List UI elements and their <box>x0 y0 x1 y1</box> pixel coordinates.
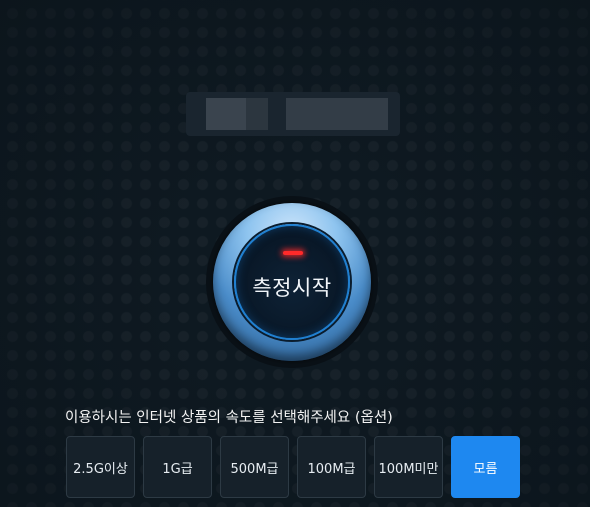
start-measurement-button[interactable]: 측정시작 <box>206 196 378 368</box>
speed-option-500m[interactable]: 500M급 <box>220 436 289 498</box>
speed-option-unknown[interactable]: 모름 <box>451 436 520 498</box>
speed-option-100m[interactable]: 100M급 <box>297 436 366 498</box>
speed-option-under-100m[interactable]: 100M미만 <box>374 436 443 498</box>
redacted-info-panel <box>186 92 400 136</box>
gauge-ring: 측정시작 <box>213 203 371 361</box>
status-indicator-icon <box>283 251 303 255</box>
speed-selection-title: 이용하시는 인터넷 상품의 속도를 선택해주세요 (옵션) <box>65 410 393 426</box>
gauge-center: 측정시작 <box>234 224 350 340</box>
redacted-block <box>286 98 388 130</box>
redacted-block <box>206 98 246 130</box>
redacted-block <box>246 98 268 130</box>
speed-option-2-5g-plus[interactable]: 2.5G이상 <box>66 436 135 498</box>
start-measurement-label: 측정시작 <box>252 276 332 300</box>
speed-option-1g[interactable]: 1G급 <box>143 436 212 498</box>
